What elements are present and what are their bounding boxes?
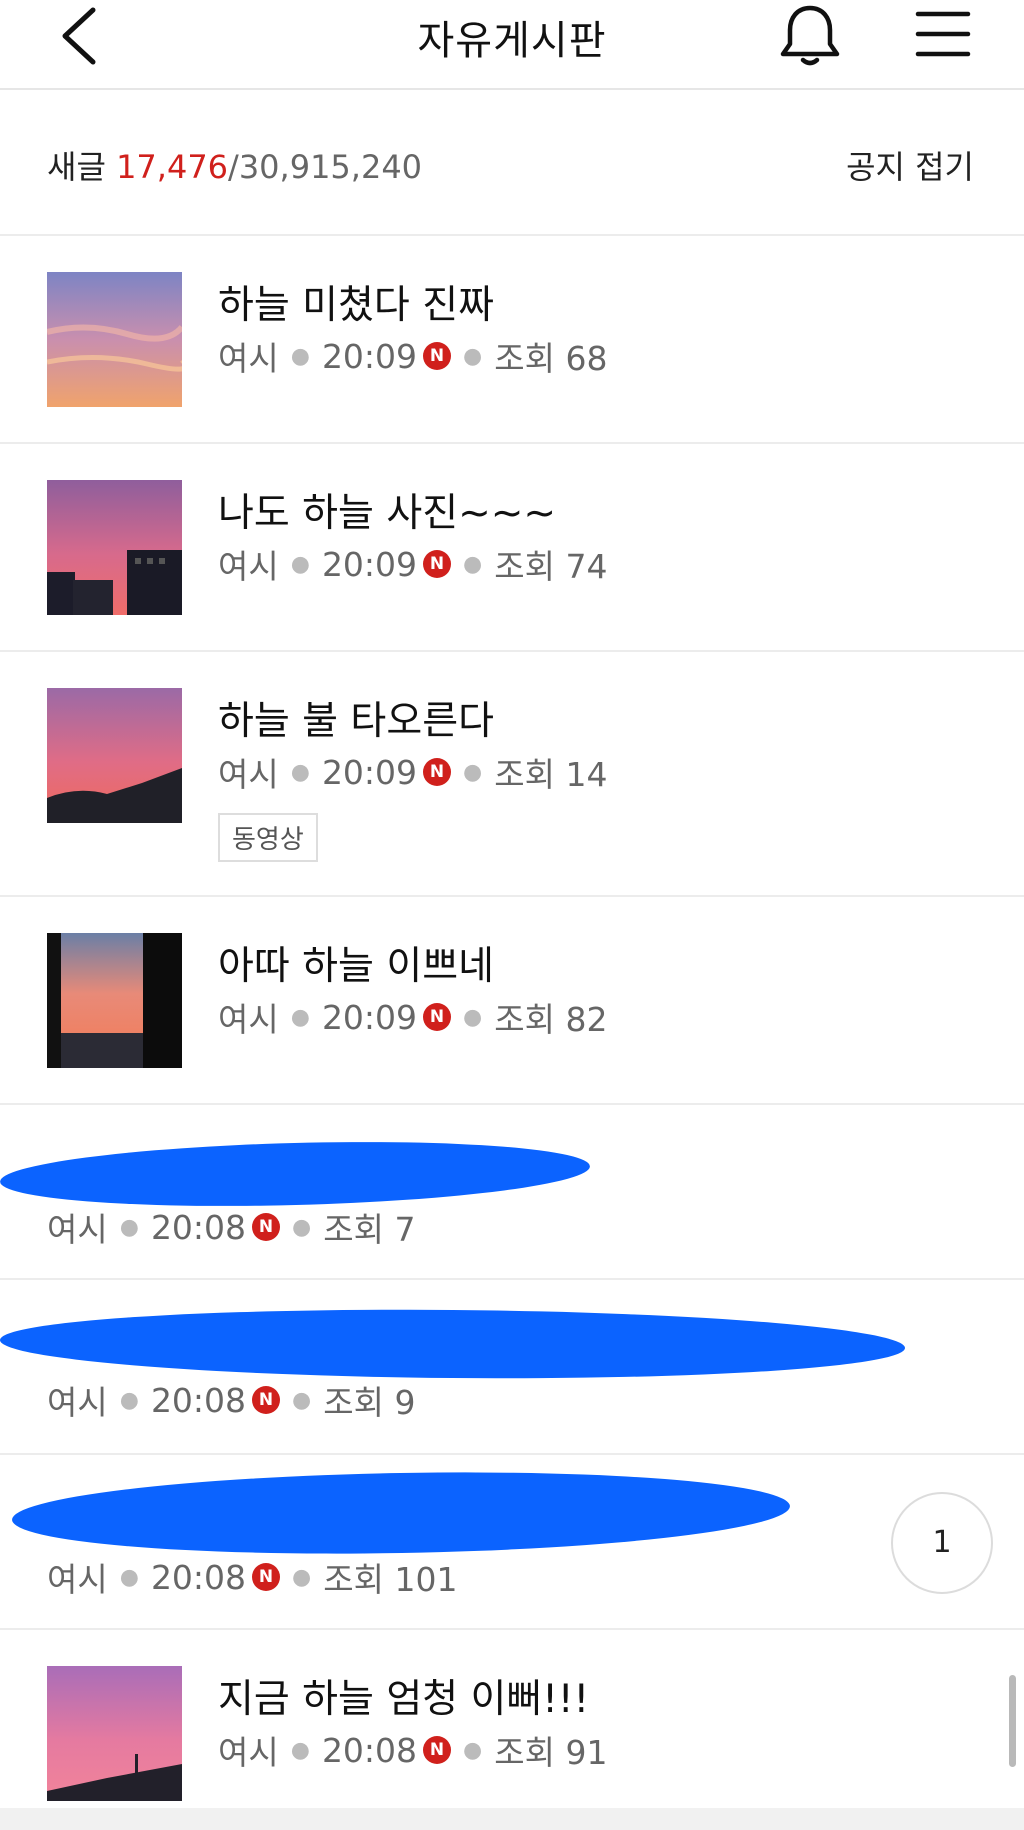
post-meta: 여시 ● 20:09 N ● 조회 14 — [218, 748, 607, 796]
bell-icon[interactable] — [775, 2, 845, 72]
page-number-button[interactable]: 1 — [891, 1492, 993, 1594]
post-item[interactable]: 여시 ● 20:08 N ● 조회 101 — [0, 1455, 1024, 1630]
video-tag: 동영상 — [218, 813, 318, 862]
post-time: 20:08 — [150, 1207, 247, 1247]
separator-dot: ● — [290, 551, 310, 577]
new-label: 새글 — [47, 148, 106, 186]
scrollbar-thumb[interactable] — [1009, 1675, 1016, 1767]
bottom-strip — [0, 1808, 1024, 1830]
new-count: 17,476 — [116, 148, 229, 186]
post-author: 여시 — [218, 547, 279, 586]
post-author: 여시 — [47, 1560, 108, 1599]
redaction-scribble — [0, 1135, 591, 1213]
new-badge: N — [252, 1213, 281, 1241]
new-badge: N — [423, 1003, 452, 1031]
post-author: 여시 — [218, 339, 279, 378]
post-views: 조회 101 — [323, 1560, 458, 1599]
post-author: 여시 — [218, 1000, 279, 1039]
post-views: 조회 68 — [494, 339, 608, 378]
hamburger-menu-icon[interactable] — [912, 6, 974, 62]
separator-dot: ● — [292, 1564, 312, 1590]
post-author: 여시 — [47, 1210, 108, 1249]
post-item[interactable]: 아따 하늘 이쁘네 여시 ● 20:09 N ● 조회 82 — [0, 897, 1024, 1105]
post-thumbnail — [47, 688, 182, 823]
post-meta: 여시 ● 20:08 N ● 조회 7 — [47, 1203, 415, 1251]
separator-dot: ● — [119, 1564, 139, 1590]
post-meta: 여시 ● 20:08 N ● 조회 9 — [47, 1376, 415, 1424]
separator-dot: ● — [119, 1387, 139, 1413]
separator-dot: ● — [292, 1387, 312, 1413]
post-title: 나도 하늘 사진~~~ — [218, 491, 557, 536]
separator-dot: ● — [463, 759, 483, 785]
post-views: 조회 9 — [323, 1383, 416, 1422]
post-meta: 여시 ● 20:09 N ● 조회 74 — [218, 540, 607, 588]
post-thumbnail — [47, 272, 182, 407]
separator-dot: ● — [290, 343, 310, 369]
post-views: 조회 82 — [494, 1000, 608, 1039]
post-time: 20:08 — [150, 1380, 247, 1420]
fold-notice-button[interactable]: 공지 접기 — [846, 142, 974, 188]
post-time: 20:09 — [321, 544, 418, 584]
post-author: 여시 — [47, 1383, 108, 1422]
new-badge: N — [423, 1736, 452, 1764]
post-author: 여시 — [218, 755, 279, 794]
new-badge: N — [423, 550, 452, 578]
page-title: 자유게시판 — [417, 18, 607, 64]
post-time: 20:08 — [150, 1557, 247, 1597]
post-title: 하늘 미쳤다 진짜 — [218, 283, 494, 328]
new-badge: N — [252, 1563, 281, 1591]
post-meta: 여시 ● 20:08 N ● 조회 91 — [218, 1726, 607, 1774]
separator-dot: ● — [119, 1214, 139, 1240]
separator-dot: ● — [463, 551, 483, 577]
app-header: 자유게시판 — [0, 0, 1024, 90]
post-views: 조회 91 — [494, 1733, 608, 1772]
post-count: 새글 17,476/30,915,240 — [47, 142, 422, 188]
redaction-scribble — [11, 1466, 791, 1560]
post-time: 20:09 — [321, 336, 418, 376]
post-item[interactable]: 나도 하늘 사진~~~ 여시 ● 20:09 N ● 조회 74 — [0, 444, 1024, 652]
post-title: 지금 하늘 엄청 이뻐!!! — [218, 1677, 590, 1722]
post-views: 조회 7 — [323, 1210, 416, 1249]
separator-dot: ● — [463, 1004, 483, 1030]
redaction-scribble — [0, 1306, 906, 1382]
new-badge: N — [252, 1386, 281, 1414]
separator-dot: ● — [463, 1737, 483, 1763]
post-thumbnail — [47, 1666, 182, 1801]
post-thumbnail — [47, 480, 182, 615]
post-title: 하늘 불 타오른다 — [218, 699, 494, 744]
separator-dot: ● — [292, 1214, 312, 1240]
post-time: 20:08 — [321, 1730, 418, 1770]
post-meta: 여시 ● 20:08 N ● 조회 101 — [47, 1553, 457, 1601]
post-views: 조회 74 — [494, 547, 608, 586]
post-item[interactable]: 여시 ● 20:08 N ● 조회 9 — [0, 1280, 1024, 1455]
post-meta: 여시 ● 20:09 N ● 조회 82 — [218, 993, 607, 1041]
post-thumbnail — [47, 933, 182, 1068]
post-item[interactable]: 하늘 미쳤다 진짜 여시 ● 20:09 N ● 조회 68 — [0, 236, 1024, 444]
post-item[interactable]: 지금 하늘 엄청 이뻐!!! 여시 ● 20:08 N ● 조회 91 — [0, 1630, 1024, 1808]
post-count-bar: 새글 17,476/30,915,240 공지 접기 — [0, 90, 1024, 236]
separator-dot: ● — [290, 759, 310, 785]
post-title: 아따 하늘 이쁘네 — [218, 944, 494, 989]
post-item[interactable]: 하늘 불 타오른다 여시 ● 20:09 N ● 조회 14 동영상 — [0, 652, 1024, 897]
post-time: 20:09 — [321, 752, 418, 792]
post-item[interactable]: 여시 ● 20:08 N ● 조회 7 — [0, 1105, 1024, 1280]
post-views: 조회 14 — [494, 755, 608, 794]
new-badge: N — [423, 342, 452, 370]
post-author: 여시 — [218, 1733, 279, 1772]
separator-dot: ● — [463, 343, 483, 369]
total-count: /30,915,240 — [228, 148, 423, 186]
post-time: 20:09 — [321, 997, 418, 1037]
separator-dot: ● — [290, 1737, 310, 1763]
post-meta: 여시 ● 20:09 N ● 조회 68 — [218, 332, 607, 380]
new-badge: N — [423, 758, 452, 786]
separator-dot: ● — [290, 1004, 310, 1030]
